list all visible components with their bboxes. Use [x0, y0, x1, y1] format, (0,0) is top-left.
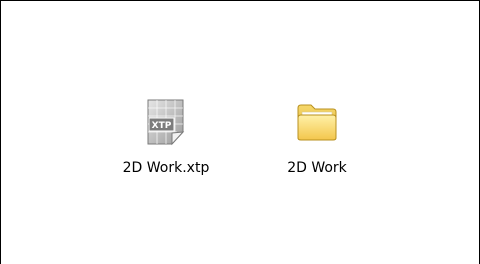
- folder-name-label: 2D Work: [287, 160, 347, 176]
- folder-icon: [293, 96, 341, 148]
- xtp-document-icon: XTP: [142, 96, 190, 148]
- xtp-badge-text: XTP: [152, 121, 172, 131]
- file-browser-window: XTP 2D Work.xtp 2D Work: [0, 0, 480, 264]
- folder-item-2d-work[interactable]: 2D Work: [265, 96, 369, 176]
- file-item-2d-work-xtp[interactable]: XTP 2D Work.xtp: [104, 96, 228, 176]
- file-name-label: 2D Work.xtp: [122, 160, 210, 176]
